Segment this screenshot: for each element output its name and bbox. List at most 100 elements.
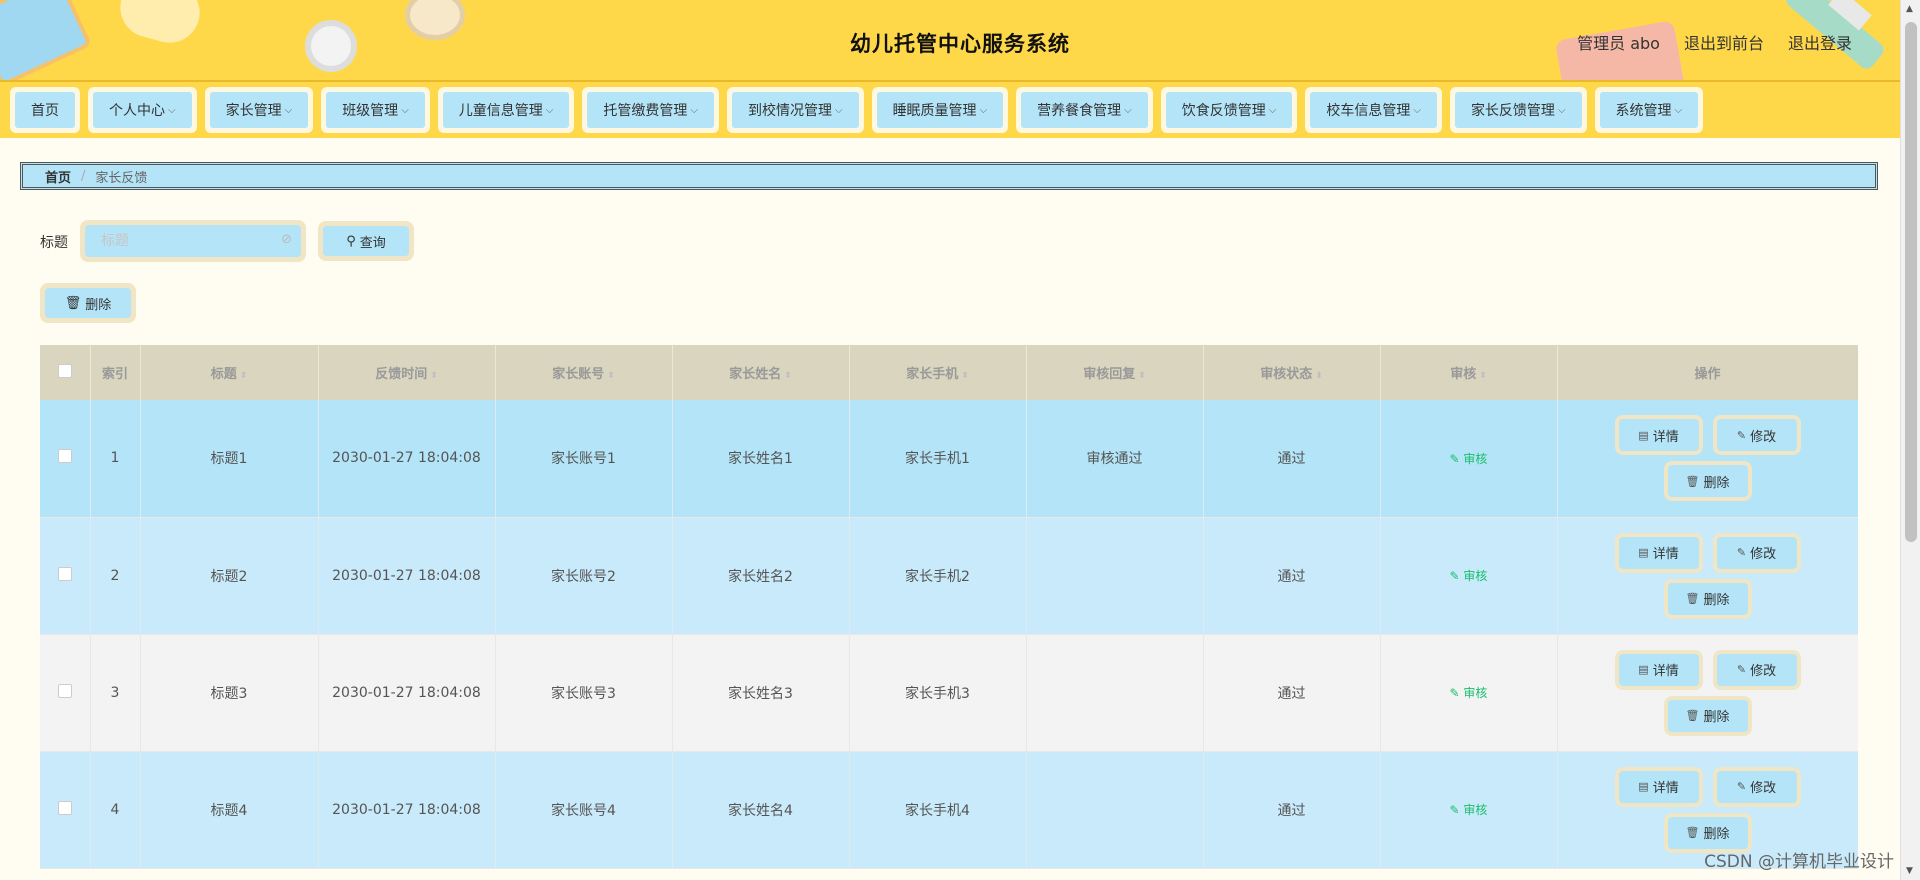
detail-button-wrapper: ▤ 详情	[1614, 415, 1703, 456]
clear-icon[interactable]: ⊘	[281, 232, 292, 247]
nav-item-label: 家长反馈管理	[1470, 103, 1555, 119]
col-header-reply[interactable]: 审核回复 ⬍	[1026, 345, 1204, 400]
edit-button-wrapper: ✎ 修改	[1712, 532, 1801, 573]
delete-button[interactable]: 🗑 删除	[1667, 582, 1748, 615]
batch-delete-button[interactable]: 🗑 删除	[45, 288, 131, 318]
edit-button[interactable]: ✎ 修改	[1716, 536, 1797, 569]
cell-status: 通过	[1203, 400, 1381, 518]
search-icon: ⚲	[346, 233, 356, 249]
col-header-audit[interactable]: 审核 ⬍	[1380, 345, 1558, 400]
chevron-down-icon: ⌵	[168, 104, 176, 116]
nav-item-home[interactable]: 首页	[10, 87, 80, 133]
nav-item-label: 饮食反馈管理	[1181, 103, 1266, 119]
detail-button[interactable]: ▤ 详情	[1618, 419, 1699, 452]
cell-name: 家长姓名4	[672, 751, 850, 869]
sort-icon[interactable]: ⬍	[784, 371, 792, 381]
search-input[interactable]	[85, 225, 301, 257]
scroll-up-arrow-icon[interactable]: ▲	[1906, 4, 1913, 14]
nav-item-diet-feedback-mgmt[interactable]: 饮食反馈管理 ⌵	[1160, 87, 1298, 133]
edit-button-wrapper: ✎ 修改	[1712, 649, 1801, 690]
cell-actions: ▤ 详情 ✎ 修改 🗑 删除	[1557, 634, 1858, 752]
trash-icon: 🗑	[1685, 826, 1700, 839]
scrollbar-thumb[interactable]	[1905, 22, 1917, 542]
delete-button[interactable]: 🗑 删除	[1667, 816, 1748, 849]
query-button[interactable]: ⚲ 查询	[323, 226, 409, 256]
nav-item-system-mgmt[interactable]: 系统管理 ⌵	[1594, 87, 1704, 133]
delete-button[interactable]: 🗑 删除	[1667, 465, 1748, 498]
sort-icon[interactable]: ⬍	[1315, 371, 1323, 381]
edit-button[interactable]: ✎ 修改	[1716, 419, 1797, 452]
sort-icon[interactable]: ⬍	[430, 371, 438, 381]
select-all-checkbox[interactable]	[57, 363, 72, 378]
cell-audit: ✎ 审核	[1380, 517, 1558, 635]
col-header-time[interactable]: 反馈时间 ⬍	[318, 345, 496, 400]
sort-icon[interactable]: ⬍	[961, 371, 969, 381]
row-select-cell	[40, 751, 91, 869]
delete-button[interactable]: 🗑 删除	[1667, 699, 1748, 732]
row-checkbox[interactable]	[57, 800, 72, 815]
sort-icon[interactable]: ⬍	[1479, 371, 1487, 381]
nav-item-label: 托管缴费管理	[603, 103, 688, 119]
query-button-label: 查询	[359, 235, 386, 251]
nav-item-attendance-mgmt[interactable]: 到校情况管理 ⌵	[726, 87, 864, 133]
detail-button[interactable]: ▤ 详情	[1618, 653, 1699, 686]
tablet-decoration	[0, 0, 93, 80]
col-header-name[interactable]: 家长姓名 ⬍	[672, 345, 850, 400]
breadcrumb-home[interactable]: 首页	[45, 167, 71, 186]
col-header-phone[interactable]: 家长手机 ⬍	[849, 345, 1027, 400]
cell-time: 2030-01-27 18:04:08	[318, 634, 496, 752]
nav-item-child-info-mgmt[interactable]: 儿童信息管理 ⌵	[437, 87, 575, 133]
nav-item-label: 营养餐食管理	[1037, 103, 1122, 119]
cell-reply	[1026, 751, 1204, 869]
nav-item-parent-mgmt[interactable]: 家长管理 ⌵	[204, 87, 314, 133]
pencil-icon: ✎	[1449, 451, 1464, 466]
pencil-icon: ✎	[1736, 780, 1747, 793]
audit-link[interactable]: ✎ 审核	[1450, 452, 1488, 466]
cell-title: 标题1	[140, 400, 319, 518]
col-label: 反馈时间	[375, 367, 428, 382]
nav-item-bus-mgmt[interactable]: 校车信息管理 ⌵	[1305, 87, 1442, 133]
nav-item-fee-mgmt[interactable]: 托管缴费管理 ⌵	[582, 87, 719, 133]
audit-link-label: 审核	[1463, 569, 1488, 583]
cell-reply	[1026, 517, 1204, 635]
nav-item-personal-center[interactable]: 个人中心 ⌵	[88, 87, 197, 133]
sort-icon[interactable]: ⬍	[1138, 371, 1146, 381]
col-header-account[interactable]: 家长账号 ⬍	[495, 345, 673, 400]
audit-link[interactable]: ✎ 审核	[1450, 569, 1488, 583]
back-to-front-link[interactable]: 退出到前台	[1684, 30, 1764, 54]
cell-account: 家长账号3	[495, 634, 673, 752]
row-checkbox[interactable]	[57, 683, 72, 698]
header-user-area: 管理员 abo 退出到前台 退出登录	[1577, 30, 1852, 54]
vertical-scrollbar[interactable]: ▲ ▼	[1900, 0, 1920, 880]
cell-index: 3	[90, 634, 141, 752]
nav-item-class-mgmt[interactable]: 班级管理 ⌵	[321, 87, 430, 133]
query-button-wrapper: ⚲ 查询	[318, 221, 414, 261]
col-header-title[interactable]: 标题 ⬍	[140, 345, 319, 400]
col-label: 索引	[101, 367, 128, 382]
audit-link-label: 审核	[1463, 451, 1488, 466]
trash-icon: 🗑	[64, 295, 82, 311]
scroll-down-arrow-icon[interactable]: ▼	[1906, 866, 1913, 876]
audit-link[interactable]: ✎ 审核	[1450, 686, 1488, 700]
audit-link[interactable]: ✎ 审核	[1450, 803, 1488, 817]
pencil-icon: ✎	[1449, 803, 1464, 817]
col-header-status[interactable]: 审核状态 ⬍	[1203, 345, 1381, 400]
row-checkbox[interactable]	[57, 566, 72, 581]
edit-label: 修改	[1750, 547, 1777, 562]
batch-delete-wrapper: 🗑 删除	[40, 283, 136, 323]
detail-button[interactable]: ▤ 详情	[1618, 536, 1699, 569]
logout-link[interactable]: 退出登录	[1788, 30, 1852, 54]
batch-delete-label: 删除	[85, 297, 112, 313]
sort-icon[interactable]: ⬍	[240, 371, 248, 381]
detail-button[interactable]: ▤ 详情	[1618, 770, 1699, 803]
edit-button[interactable]: ✎ 修改	[1716, 653, 1797, 686]
sort-icon[interactable]: ⬍	[607, 371, 615, 381]
document-icon: ▤	[1638, 663, 1649, 676]
edit-button[interactable]: ✎ 修改	[1716, 770, 1797, 803]
nav-item-parent-feedback-mgmt[interactable]: 家长反馈管理 ⌵	[1449, 87, 1587, 133]
nav-item-meal-mgmt[interactable]: 营养餐食管理 ⌵	[1016, 87, 1153, 133]
row-checkbox[interactable]	[57, 449, 72, 464]
nav-item-sleep-mgmt[interactable]: 睡眠质量管理 ⌵	[871, 87, 1009, 133]
cell-title: 标题2	[140, 517, 319, 635]
document-icon: ▤	[1638, 428, 1649, 442]
